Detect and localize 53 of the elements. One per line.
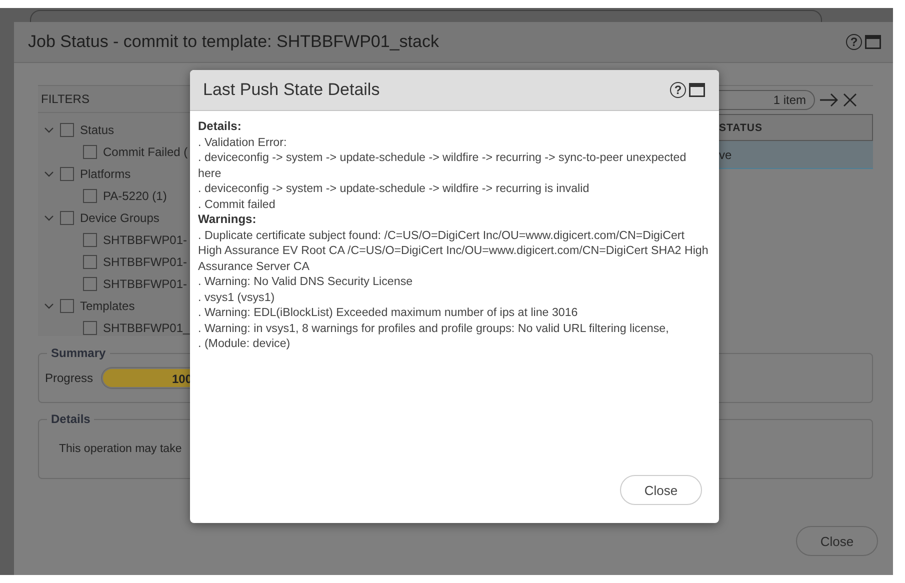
checkbox[interactable] [83,277,97,291]
help-icon[interactable]: ? [846,34,862,50]
dialog-title: Last Push State Details [203,80,381,100]
message-line: . Duplicate certificate subject found: /C=US/O=DigiCert Inc/OU=www.digicert.com/CN=DigiCert High Assurance EV Root CA /C=US/O=DigiCert Inc/OU=www.digicert.com/CN=DigiCert SHA2 High Assurance Server CA [198,228,710,274]
filter-label: Templates [80,299,135,313]
chevron-icon[interactable] [44,127,54,133]
group-legend: Summary [47,346,110,360]
progress-label: Progress [45,371,94,385]
window-title: Job Status - commit to template: SHTBBFWP01_stack [28,32,440,52]
message-line: . Validation Error: [198,134,288,150]
checkbox[interactable] [60,167,74,181]
section-heading: Warnings: [198,212,258,228]
checkbox[interactable] [83,189,97,203]
table-row[interactable]: ve [719,141,873,169]
filter-label: SHTBBFWP01- [103,255,188,269]
filter-label: PA-5220 (1) [103,189,167,203]
checkbox[interactable] [83,145,97,159]
group-legend: Details [47,412,94,426]
chevron-icon[interactable] [44,171,54,177]
message-line: . (Module: device) [198,336,292,352]
panel-title: FILTERS [41,92,90,106]
message-line: . Commit failed [198,196,276,212]
filter-label: SHTBBFWP01- [103,233,188,247]
filter-label: Platforms [80,167,131,181]
filter-label: SHTBBFWP01_ [103,321,190,335]
filter-label: Status [80,123,114,137]
close-icon[interactable] [843,93,857,107]
message-line: . Warning: EDL(iBlockList) Exceeded maximum number of ips at line 3016 [198,305,579,320]
arrow-icon[interactable] [819,93,839,107]
checkbox[interactable] [60,299,74,313]
filter-label: Device Groups [80,211,160,225]
help-icon[interactable]: ? [670,82,686,98]
close-button[interactable]: Close [796,526,878,556]
section-heading: Details: [198,119,242,134]
filter-label: SHTBBFWP01- [103,277,188,291]
column-header[interactable]: STATUS [719,122,762,134]
chevron-icon[interactable] [44,303,54,309]
details-text: This operation may take [58,443,182,455]
message-line: . vsys1 (vsys1) [198,290,276,305]
checkbox[interactable] [83,321,97,335]
chevron-icon[interactable] [44,215,54,221]
checkbox[interactable] [60,211,74,225]
table-cell: ve [719,148,732,162]
filter-label: Commit Failed ( [103,145,188,159]
checkbox[interactable] [60,123,74,137]
window-icon[interactable] [689,83,705,97]
checkbox[interactable] [83,255,97,269]
close-button[interactable]: Close [620,475,702,505]
message-line: . deviceconfig -> system -> update-schedule -> wildfire -> recurring is invalid [198,181,590,196]
message-line: . Warning: in vsys1, 8 warnings for profiles and profile groups: No valid URL filtering license, [198,320,670,336]
message-line: . Warning: No Valid DNS Security License [198,274,414,290]
checkbox[interactable] [83,233,97,247]
message-line: . deviceconfig -> system -> update-schedule -> wildfire -> recurring -> sync-to-peer unexpected here [198,150,688,181]
